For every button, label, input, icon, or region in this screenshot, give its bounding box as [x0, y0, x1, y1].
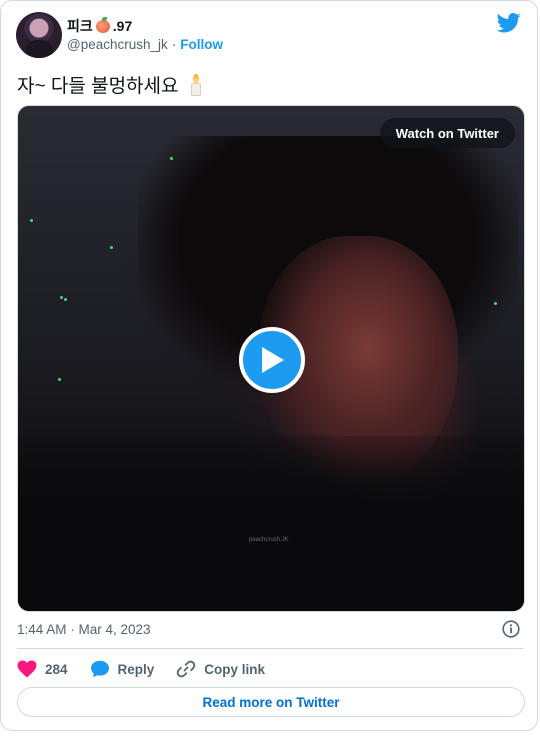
spark [60, 296, 63, 299]
video-watermark: peachcrush.JK [249, 537, 289, 543]
tweet-card: 피크 .97 @peachcrush_jk · Follow 자~ 다들 불멍하… [0, 0, 538, 731]
reply-bubble-icon [90, 660, 109, 678]
display-name-suffix: .97 [112, 18, 133, 34]
author-handle-row: @peachcrush_jk · Follow [67, 37, 223, 52]
reply-button[interactable]: Reply [90, 660, 155, 678]
link-icon [177, 660, 196, 678]
tweet-text: 자~ 다들 불멍하세요 [17, 71, 203, 98]
watch-on-twitter-button[interactable]: Watch on Twitter [379, 118, 515, 148]
copy-link-button[interactable]: Copy link [176, 659, 265, 679]
play-icon [262, 347, 284, 373]
spark [64, 298, 67, 301]
divider [17, 648, 523, 649]
peach-icon [95, 16, 110, 33]
spark [494, 302, 497, 305]
follow-link[interactable]: Follow [180, 37, 223, 52]
candle-icon [189, 73, 203, 96]
copy-link-label: Copy link [204, 661, 266, 677]
action-bar: 284 Reply Copy link [17, 657, 287, 681]
video-thumbnail[interactable]: peachcrush.JK Watch on Twitter [17, 105, 525, 612]
spark [30, 219, 33, 222]
play-button[interactable] [239, 327, 305, 393]
spark [58, 378, 61, 381]
display-name-prefix: 피크 [67, 18, 93, 34]
author-handle[interactable]: @peachcrush_jk [67, 37, 168, 52]
tweet-timestamp[interactable]: 1:44 AM · Mar 4, 2023 [17, 622, 151, 637]
separator-dot: · [171, 37, 177, 52]
spark [110, 246, 113, 249]
twitter-bird-icon[interactable] [497, 13, 521, 33]
author-name[interactable]: 피크 .97 [67, 16, 132, 36]
avatar[interactable] [16, 12, 62, 58]
read-more-button[interactable]: Read more on Twitter [17, 687, 525, 717]
info-icon[interactable] [502, 620, 520, 638]
reply-label: Reply [117, 661, 155, 677]
like-button[interactable]: 284 [17, 660, 68, 678]
like-count: 284 [45, 661, 68, 677]
tweet-text-content: 자~ 다들 불멍하세요 [17, 76, 179, 97]
heart-icon [17, 660, 37, 678]
spark [170, 157, 173, 160]
